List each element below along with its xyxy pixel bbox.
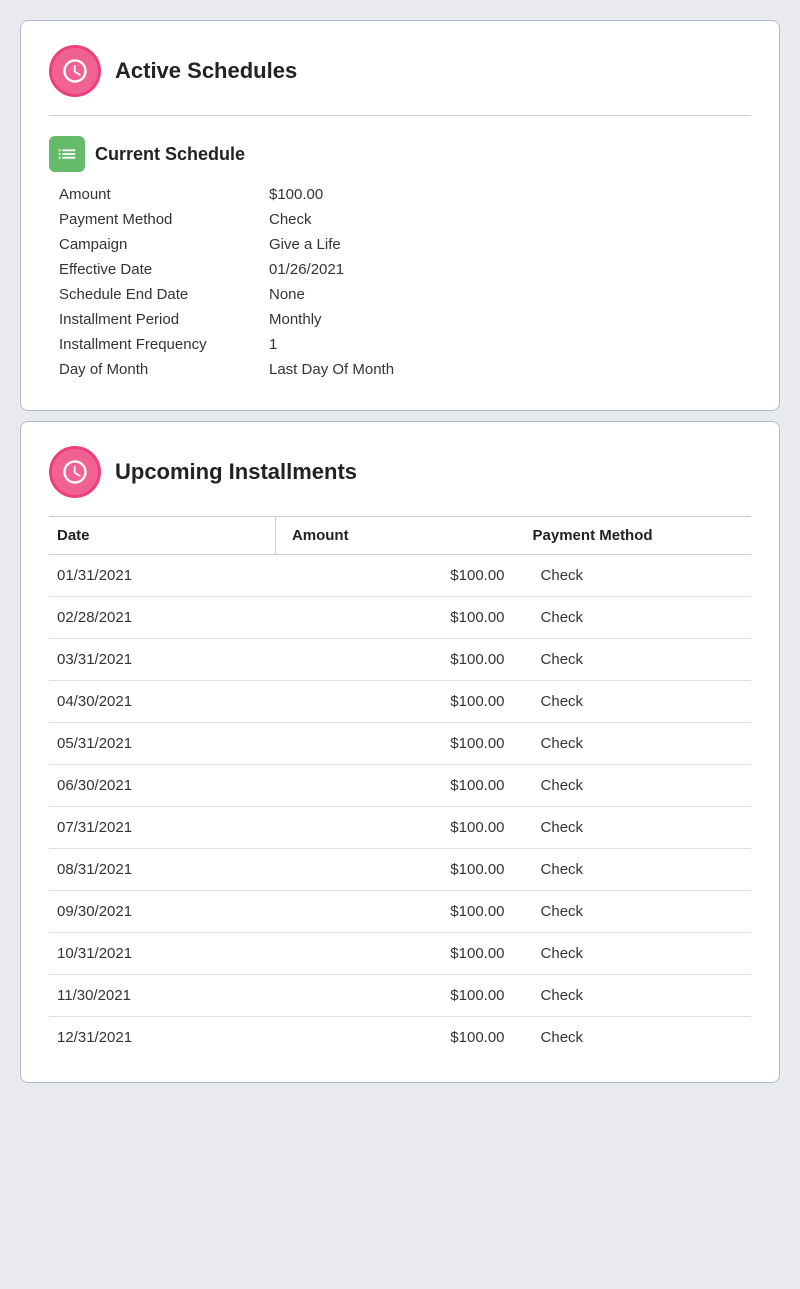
field-value: $100.00: [269, 186, 323, 203]
cell-amount: $100.00: [275, 723, 524, 765]
field-label: Amount: [59, 186, 269, 203]
cell-payment-method: Check: [525, 807, 751, 849]
schedule-fields: Amount$100.00Payment MethodCheckCampaign…: [49, 186, 751, 378]
schedule-row: Amount$100.00: [59, 186, 751, 203]
cell-amount: $100.00: [275, 639, 524, 681]
cell-amount: $100.00: [275, 807, 524, 849]
col-payment-method: Payment Method: [525, 517, 751, 555]
cell-payment-method: Check: [525, 1017, 751, 1059]
table-row: 02/28/2021$100.00Check: [49, 597, 751, 639]
field-value: 01/26/2021: [269, 261, 344, 278]
upcoming-installments-card: Upcoming Installments Date Amount Paymen…: [20, 421, 780, 1083]
field-value: Give a Life: [269, 236, 341, 253]
clock-icon-circle-2: [49, 446, 101, 498]
field-label: Installment Frequency: [59, 336, 269, 353]
table-body: 01/31/2021$100.00Check02/28/2021$100.00C…: [49, 555, 751, 1059]
table-row: 10/31/2021$100.00Check: [49, 933, 751, 975]
cell-date: 05/31/2021: [49, 723, 275, 765]
cell-date: 04/30/2021: [49, 681, 275, 723]
table-header-row: Date Amount Payment Method: [49, 517, 751, 555]
schedule-row: Effective Date01/26/2021: [59, 261, 751, 278]
col-date: Date: [49, 517, 275, 555]
schedule-row: Schedule End DateNone: [59, 286, 751, 303]
cell-payment-method: Check: [525, 849, 751, 891]
schedule-row: Day of MonthLast Day Of Month: [59, 361, 751, 378]
cell-date: 08/31/2021: [49, 849, 275, 891]
table-row: 08/31/2021$100.00Check: [49, 849, 751, 891]
cell-date: 09/30/2021: [49, 891, 275, 933]
cell-amount: $100.00: [275, 1017, 524, 1059]
cell-payment-method: Check: [525, 765, 751, 807]
field-value: None: [269, 286, 305, 303]
current-schedule-title: Current Schedule: [95, 144, 245, 165]
cell-amount: $100.00: [275, 975, 524, 1017]
cell-date: 02/28/2021: [49, 597, 275, 639]
upcoming-installments-title: Upcoming Installments: [115, 459, 357, 485]
cell-date: 03/31/2021: [49, 639, 275, 681]
col-amount: Amount: [275, 517, 524, 555]
active-schedules-title: Active Schedules: [115, 58, 297, 84]
cell-payment-method: Check: [525, 681, 751, 723]
field-label: Effective Date: [59, 261, 269, 278]
cell-payment-method: Check: [525, 891, 751, 933]
field-label: Campaign: [59, 236, 269, 253]
table-row: 09/30/2021$100.00Check: [49, 891, 751, 933]
cell-amount: $100.00: [275, 849, 524, 891]
schedule-row: Installment Frequency1: [59, 336, 751, 353]
installments-table: Date Amount Payment Method 01/31/2021$10…: [49, 516, 751, 1058]
cell-payment-method: Check: [525, 597, 751, 639]
cell-amount: $100.00: [275, 555, 524, 597]
cell-amount: $100.00: [275, 933, 524, 975]
cell-amount: $100.00: [275, 597, 524, 639]
active-schedules-header: Active Schedules: [49, 45, 751, 97]
table-row: 04/30/2021$100.00Check: [49, 681, 751, 723]
upcoming-installments-header: Upcoming Installments: [49, 446, 751, 498]
active-schedules-card: Active Schedules Current Schedule Amount…: [20, 20, 780, 411]
cell-date: 07/31/2021: [49, 807, 275, 849]
clock-icon: [61, 57, 89, 85]
list-icon: [56, 143, 78, 165]
cell-date: 10/31/2021: [49, 933, 275, 975]
clock-icon-circle: [49, 45, 101, 97]
section-divider: [49, 115, 751, 116]
cell-payment-method: Check: [525, 723, 751, 765]
cell-payment-method: Check: [525, 933, 751, 975]
current-schedule-header: Current Schedule: [49, 136, 751, 172]
field-value: Monthly: [269, 311, 322, 328]
clock-icon-2: [61, 458, 89, 486]
table-row: 03/31/2021$100.00Check: [49, 639, 751, 681]
schedule-row: Payment MethodCheck: [59, 211, 751, 228]
field-value: Check: [269, 211, 312, 228]
cell-amount: $100.00: [275, 891, 524, 933]
cell-amount: $100.00: [275, 765, 524, 807]
table-row: 07/31/2021$100.00Check: [49, 807, 751, 849]
field-label: Day of Month: [59, 361, 269, 378]
table-row: 12/31/2021$100.00Check: [49, 1017, 751, 1059]
schedule-row: Installment PeriodMonthly: [59, 311, 751, 328]
field-value: 1: [269, 336, 277, 353]
cell-payment-method: Check: [525, 639, 751, 681]
table-row: 11/30/2021$100.00Check: [49, 975, 751, 1017]
table-row: 05/31/2021$100.00Check: [49, 723, 751, 765]
field-label: Payment Method: [59, 211, 269, 228]
field-value: Last Day Of Month: [269, 361, 394, 378]
cell-date: 01/31/2021: [49, 555, 275, 597]
cell-date: 12/31/2021: [49, 1017, 275, 1059]
cell-date: 06/30/2021: [49, 765, 275, 807]
cell-date: 11/30/2021: [49, 975, 275, 1017]
cell-payment-method: Check: [525, 975, 751, 1017]
field-label: Installment Period: [59, 311, 269, 328]
schedule-row: CampaignGive a Life: [59, 236, 751, 253]
table-row: 06/30/2021$100.00Check: [49, 765, 751, 807]
cell-payment-method: Check: [525, 555, 751, 597]
cell-amount: $100.00: [275, 681, 524, 723]
field-label: Schedule End Date: [59, 286, 269, 303]
table-header: Date Amount Payment Method: [49, 517, 751, 555]
table-row: 01/31/2021$100.00Check: [49, 555, 751, 597]
list-icon-box: [49, 136, 85, 172]
